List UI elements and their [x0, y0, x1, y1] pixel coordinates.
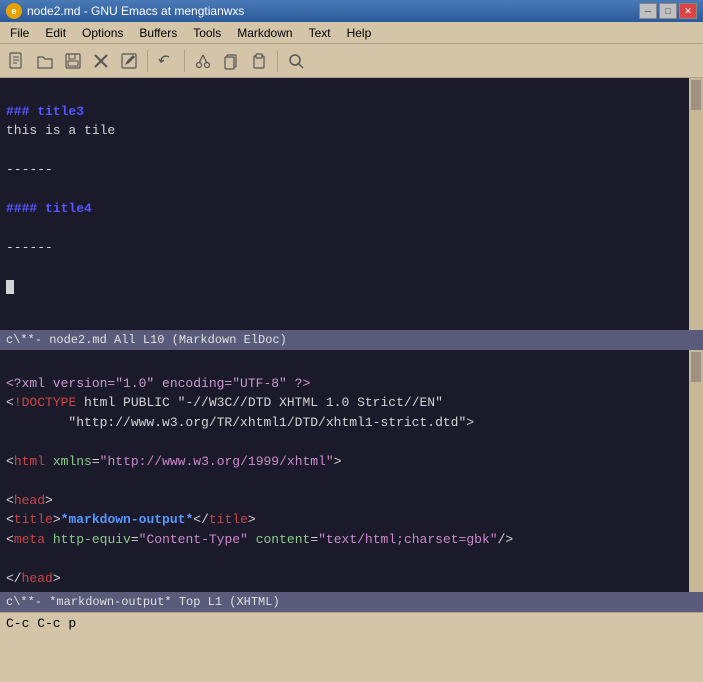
menu-buffers[interactable]: Buffers [133, 24, 183, 42]
xml-pi: <?xml version="1.0" encoding="UTF-8" ?> [6, 376, 310, 391]
menu-help[interactable]: Help [341, 24, 378, 42]
save-file-button[interactable] [60, 48, 86, 74]
menu-options[interactable]: Options [76, 24, 129, 42]
close-button[interactable]: ✕ [679, 3, 697, 19]
paste-button[interactable] [246, 48, 272, 74]
xml-html-tag: <html xmlns="http://www.w3.org/1999/xhtm… [6, 454, 342, 469]
text-tile: this is a tile [6, 123, 115, 138]
menu-tools[interactable]: Tools [187, 24, 227, 42]
toolbar-separator-3 [277, 50, 278, 72]
minibuffer-text: C-c C-c p [6, 616, 76, 631]
dash-2: ------ [6, 240, 53, 255]
write-file-button[interactable] [116, 48, 142, 74]
toolbar-separator-2 [184, 50, 185, 72]
bottom-editor-pane[interactable]: <?xml version="1.0" encoding="UTF-8" ?> … [0, 350, 689, 592]
minibuffer: C-c C-c p [0, 612, 703, 634]
cut-button[interactable] [190, 48, 216, 74]
xml-meta-tag: <meta http-equiv="Content-Type" content=… [6, 532, 513, 547]
copy-button[interactable] [218, 48, 244, 74]
title-bar: e node2.md - GNU Emacs at mengtianwxs ─ … [0, 0, 703, 22]
top-status-bar: c\**- node2.md All L10 (Markdown ElDoc) [0, 330, 703, 350]
heading-title4: #### title4 [6, 201, 92, 216]
top-scrollbar-thumb[interactable] [691, 80, 701, 110]
menu-file[interactable]: File [4, 24, 35, 42]
top-editor-pane[interactable]: ### title3 this is a tile ------ #### ti… [0, 78, 689, 330]
bottom-scrollbar-thumb[interactable] [691, 352, 701, 382]
top-status-text: c\**- node2.md All L10 (Markdown ElDoc) [6, 333, 287, 347]
toolbar-separator-1 [147, 50, 148, 72]
menu-markdown[interactable]: Markdown [231, 24, 298, 42]
menu-edit[interactable]: Edit [39, 24, 72, 42]
toolbar [0, 44, 703, 78]
menu-bar: File Edit Options Buffers Tools Markdown… [0, 22, 703, 44]
minimize-button[interactable]: ─ [639, 3, 657, 19]
close-buffer-button[interactable] [88, 48, 114, 74]
top-scrollbar[interactable] [689, 78, 703, 330]
bottom-editor-content: <?xml version="1.0" encoding="UTF-8" ?> … [0, 350, 689, 592]
xml-title-tag: <title>*markdown-output*</title> [6, 512, 256, 527]
heading-title3: ### title3 [6, 104, 84, 119]
open-file-button[interactable] [32, 48, 58, 74]
bottom-status-text: c\**- *markdown-output* Top L1 (XHTML) [6, 595, 280, 609]
bottom-scrollbar[interactable] [689, 350, 703, 592]
new-file-button[interactable] [4, 48, 30, 74]
bottom-editor-container: <?xml version="1.0" encoding="UTF-8" ?> … [0, 350, 703, 592]
app-icon: e [6, 3, 22, 19]
top-editor-container: ### title3 this is a tile ------ #### ti… [0, 78, 703, 330]
cursor [6, 280, 14, 294]
window-controls: ─ □ ✕ [639, 3, 697, 19]
search-button[interactable] [283, 48, 309, 74]
xml-head-close: </head> [6, 571, 61, 586]
xml-head-open: <head> [6, 493, 53, 508]
top-editor-content: ### title3 this is a tile ------ #### ti… [0, 78, 689, 320]
title-bar-text: node2.md - GNU Emacs at mengtianwxs [27, 4, 244, 18]
dash-1: ------ [6, 162, 53, 177]
maximize-button[interactable]: □ [659, 3, 677, 19]
xml-doctype-line: <!DOCTYPE html PUBLIC "-//W3C//DTD XHTML… [6, 395, 443, 410]
xml-doctype-url: "http://www.w3.org/TR/xhtml1/DTD/xhtml1-… [6, 415, 474, 430]
undo-button[interactable] [153, 48, 179, 74]
menu-text[interactable]: Text [303, 24, 337, 42]
bottom-status-bar: c\**- *markdown-output* Top L1 (XHTML) [0, 592, 703, 612]
